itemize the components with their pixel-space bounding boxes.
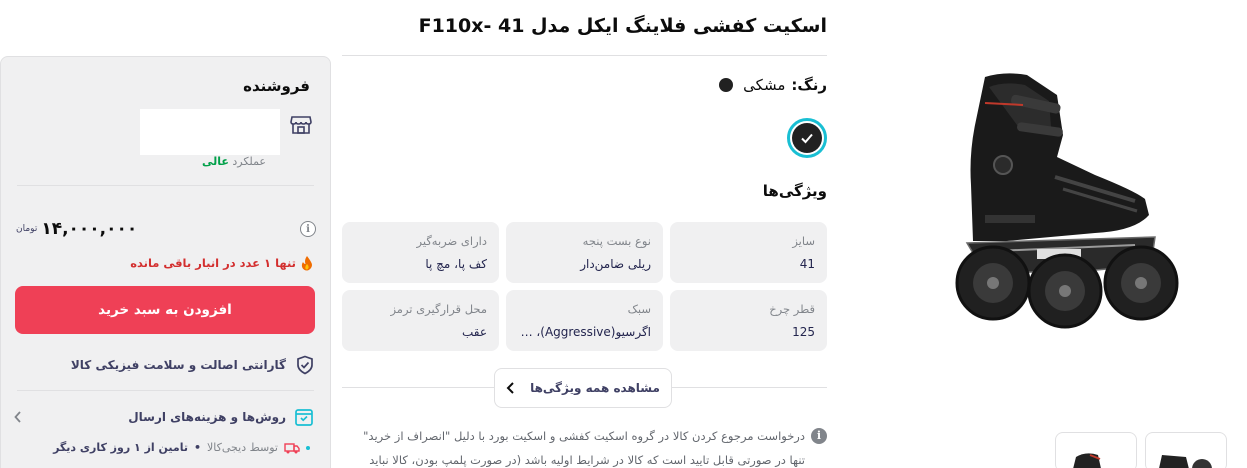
thumbnail-1[interactable] xyxy=(1055,432,1137,468)
performance-label: عملکرد xyxy=(232,155,266,168)
attribute-value: 41 xyxy=(799,257,815,271)
currency: تومان xyxy=(16,224,38,234)
return-policy-notice: i درخواست مرجوع کردن کالا در گروه اسکیت … xyxy=(342,424,827,468)
color-label: رنگ: xyxy=(791,76,827,94)
see-all-features-button[interactable]: مشاهده همه ویژگی‌ها xyxy=(494,368,672,408)
notice-line-2: تنها در صورتی قابل تایید است که کالا در … xyxy=(369,453,805,467)
shipping-box-icon xyxy=(295,409,313,426)
warranty-text: گارانتی اصالت و سلامت فیزیکی کالا xyxy=(70,358,286,372)
thumbnail-2[interactable] xyxy=(1145,432,1227,468)
shipping-detail-text: تامین از ۱ روز کاری دیگر xyxy=(53,441,188,454)
attributes-grid: سایز 41 نوع بست پنجه ریلی ضامن‌دار دارای… xyxy=(342,222,827,351)
chevron-left-icon xyxy=(506,382,514,394)
attribute-card: قطر چرخ 125 xyxy=(670,290,827,351)
color-selector-label: رنگ: مشکی xyxy=(719,76,827,94)
shipping-title: روش‌ها و هزینه‌های ارسال xyxy=(128,410,286,424)
thumbnail-strip xyxy=(1055,432,1247,468)
seller-name-placeholder[interactable] xyxy=(140,109,280,155)
stock-warning: تنها ۱ عدد در انبار باقی مانده xyxy=(130,255,314,271)
truck-icon xyxy=(284,442,300,453)
fire-icon xyxy=(301,256,312,271)
shipping-detail: توسط دیجی‌کالا • تامین از ۱ روز کاری دیگ… xyxy=(53,441,310,454)
stock-warning-text: تنها ۱ عدد در انبار باقی مانده xyxy=(130,256,296,270)
attribute-card: دارای ضربه‌گیر کف پا، مچ پا xyxy=(342,222,499,283)
attribute-card: نوع بست پنجه ریلی ضامن‌دار xyxy=(506,222,663,283)
attribute-key: سایز xyxy=(792,234,815,248)
seller-divider xyxy=(17,185,314,186)
notice-line-1: درخواست مرجوع کردن کالا در گروه اسکیت کف… xyxy=(363,429,805,443)
attribute-value: عقب xyxy=(461,325,487,339)
price-value: ۱۴,۰۰۰,۰۰۰ xyxy=(41,219,138,239)
attribute-key: قطر چرخ xyxy=(769,302,815,316)
see-all-section: مشاهده همه ویژگی‌ها xyxy=(342,368,827,408)
shop-icon xyxy=(290,116,312,134)
attribute-value: کف پا، مچ پا xyxy=(425,257,487,271)
shipping-methods-row[interactable]: روش‌ها و هزینه‌های ارسال xyxy=(14,407,314,427)
checkmark-icon xyxy=(801,133,813,144)
add-to-cart-button[interactable]: افزودن به سبد خرید xyxy=(15,286,315,334)
product-title: اسکیت کفشی فلاینگ ایکل مدل F110x- 41 xyxy=(418,15,827,37)
see-all-label: مشاهده همه ویژگی‌ها xyxy=(530,381,660,395)
seller-performance: عملکرد عالی xyxy=(202,155,266,168)
color-dot-icon xyxy=(719,78,734,92)
attribute-card: سبک اگرسیو(Aggressive)، سب... xyxy=(506,290,663,351)
shield-check-icon xyxy=(297,355,313,375)
attribute-value: اگرسیو(Aggressive)، سب... xyxy=(518,325,651,339)
bullet-dot xyxy=(306,445,310,450)
product-image[interactable] xyxy=(945,65,1215,340)
price: ۱۴,۰۰۰,۰۰۰ تومان xyxy=(16,219,137,239)
attribute-value: 125 xyxy=(792,325,815,339)
seller-divider-2 xyxy=(17,390,314,391)
attribute-key: محل قرارگیری ترمز xyxy=(390,302,487,316)
chevron-left-icon xyxy=(14,411,21,423)
color-value: مشکی xyxy=(743,76,786,94)
price-info-icon[interactable]: i xyxy=(300,221,316,237)
attribute-key: نوع بست پنجه xyxy=(582,234,651,248)
attribute-value: ریلی ضامن‌دار xyxy=(580,257,651,271)
features-title: ویژگی‌ها xyxy=(762,182,827,200)
performance-value: عالی xyxy=(201,155,229,168)
warranty-row[interactable]: گارانتی اصالت و سلامت فیزیکی کالا xyxy=(71,355,314,375)
price-row: i ۱۴,۰۰۰,۰۰۰ تومان xyxy=(16,217,316,241)
attribute-key: دارای ضربه‌گیر xyxy=(416,234,488,248)
seller-box: فروشنده عملکرد عالی i ۱۴,۰۰۰,۰۰۰ تومان ت… xyxy=(0,56,331,468)
seller-title: فروشنده xyxy=(243,77,310,95)
color-swatch-black[interactable] xyxy=(787,118,827,158)
shipping-by: توسط دیجی‌کالا xyxy=(207,441,278,454)
info-icon: i xyxy=(811,428,827,444)
attribute-key: سبک xyxy=(627,302,651,316)
title-divider xyxy=(342,55,827,56)
attribute-card: سایز 41 xyxy=(670,222,827,283)
attribute-card: محل قرارگیری ترمز عقب xyxy=(342,290,499,351)
